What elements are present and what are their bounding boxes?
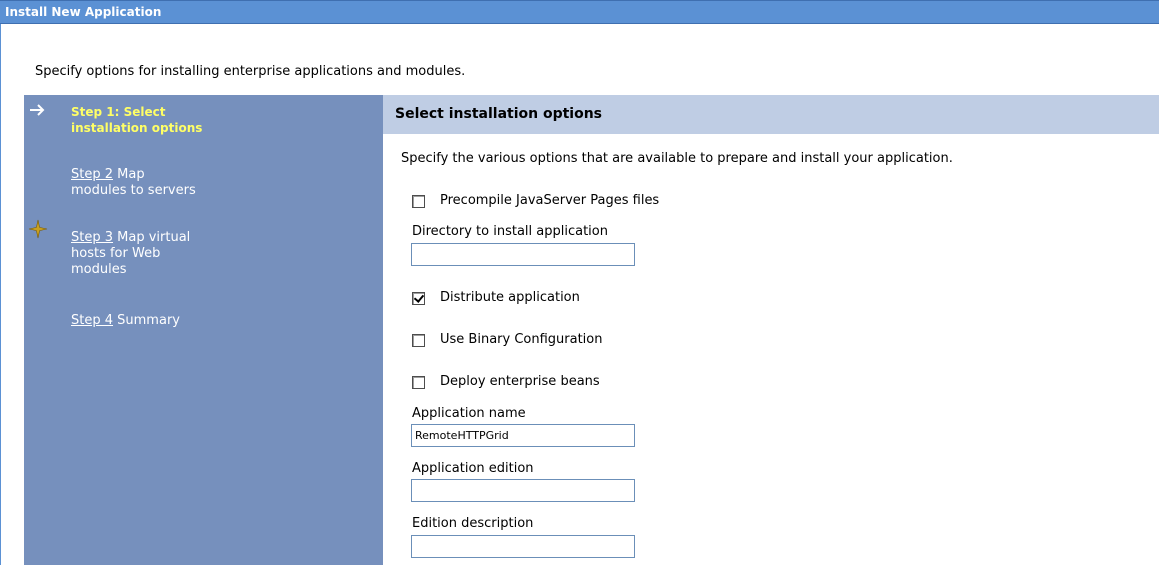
wizard-step-2-link[interactable]: Step 2: [71, 167, 113, 182]
binary-config-checkbox[interactable]: [412, 333, 425, 347]
distribute-option: Distribute application: [412, 289, 580, 307]
wizard-nav: Step 1: Select installation options Step…: [24, 95, 383, 565]
precompile-jsp-option: Precompile JavaServer Pages files: [412, 192, 659, 210]
wizard-step-4-text: Summary: [117, 313, 180, 328]
wizard-step-3: Step 3 Map virtual hosts for Web modules: [71, 230, 190, 278]
install-directory-input[interactable]: [411, 243, 635, 266]
precompile-jsp-checkbox[interactable]: [412, 194, 425, 208]
edition-description-label: Edition description: [412, 516, 534, 531]
wizard-step-3-text-line2: hosts for Web: [71, 246, 161, 261]
wizard-step-3-text-line3: modules: [71, 262, 127, 277]
deploy-ejb-option: Deploy enterprise beans: [412, 373, 600, 391]
wizard-step-4-link[interactable]: Step 4: [71, 313, 113, 328]
arrow-right-icon: [30, 104, 45, 116]
distribute-checkbox[interactable]: [412, 291, 425, 305]
distribute-label: Distribute application: [440, 290, 580, 305]
wizard-step-2-text: Map: [117, 167, 145, 182]
install-directory-label: Directory to install application: [412, 224, 608, 239]
app-name-input[interactable]: RemoteHTTPGrid: [411, 424, 635, 447]
edition-description-input[interactable]: [411, 535, 635, 558]
wizard-step-3-text: Map virtual: [117, 230, 191, 245]
wizard-step-3-link[interactable]: Step 3: [71, 230, 113, 245]
app-edition-label: Application edition: [412, 461, 534, 476]
wizard-step-current-line1: Step 1: Select: [71, 105, 166, 119]
deploy-ejb-label: Deploy enterprise beans: [440, 374, 600, 389]
wizard-step-current-line2: installation options: [71, 121, 203, 135]
section-title: Select installation options: [383, 95, 1159, 134]
wizard-step-2-text-line2: modules to servers: [71, 183, 196, 198]
precompile-jsp-label: Precompile JavaServer Pages files: [440, 193, 660, 208]
binary-config-label: Use Binary Configuration: [440, 332, 603, 347]
window-title-bar: Install New Application: [0, 0, 1159, 24]
wizard-step-4: Step 4 Summary: [71, 313, 180, 329]
app-name-label: Application name: [412, 406, 526, 421]
star-icon: [28, 219, 48, 239]
binary-config-option: Use Binary Configuration: [412, 331, 603, 349]
wizard-step-2: Step 2 Map modules to servers: [71, 167, 196, 199]
section-instructions: Specify the various options that are ava…: [401, 151, 953, 166]
frame-border: [0, 24, 1, 565]
wizard-step-current: Step 1: Select installation options: [71, 104, 202, 136]
deploy-ejb-checkbox[interactable]: [412, 375, 425, 389]
app-edition-input[interactable]: [411, 479, 635, 502]
page-description: Specify options for installing enterpris…: [35, 64, 466, 79]
